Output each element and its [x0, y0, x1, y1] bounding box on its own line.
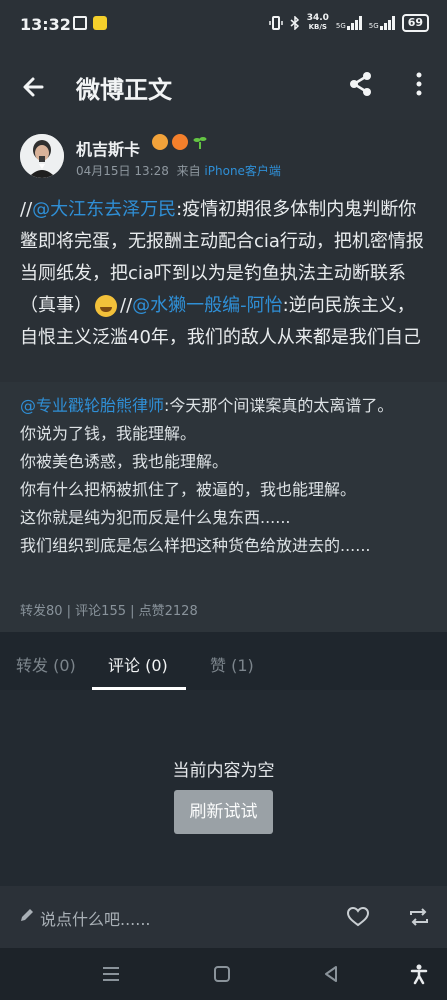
repost-line: 你有什么把柄被抓住了，被逼的，我也能理解。	[20, 480, 357, 499]
comment-input[interactable]: 说点什么吧......	[40, 906, 151, 930]
tab-likes[interactable]: 赞 (1)	[210, 652, 254, 676]
post-text-segment: //	[120, 295, 133, 316]
sprout-icon	[192, 134, 208, 150]
back-arrow-icon[interactable]	[18, 70, 52, 104]
status-app-icons	[73, 16, 107, 30]
post-meta: 04月15日 13:28 来自 iPhone客户端	[76, 162, 281, 179]
fan-badge-icon	[172, 134, 188, 150]
heart-icon[interactable]	[346, 905, 370, 929]
tab-reposts[interactable]: 转发 (0)	[16, 652, 76, 676]
mention-link[interactable]: @专业戳轮胎熊律师	[20, 396, 164, 415]
vibrate-icon	[268, 16, 283, 30]
repost-line: 这你就是纯为犯而反是什么鬼东西......	[20, 508, 291, 527]
signal-bars-icon	[346, 16, 362, 30]
original-post-quote[interactable]: @专业戳轮胎熊律师:今天那个间谍案真的太离谱了。 你说为了钱，我能理解。 你被美…	[0, 382, 447, 632]
page-title: 微博正文	[76, 76, 172, 104]
author-badges	[152, 134, 208, 150]
empty-state-message: 当前内容为空	[172, 761, 275, 781]
more-vertical-icon[interactable]	[409, 70, 429, 98]
bluetooth-icon	[290, 16, 299, 30]
back-triangle-icon[interactable]	[320, 963, 342, 985]
mention-link[interactable]: @大江东去泽万民	[32, 199, 176, 220]
net-speed: 34.0 KB/S	[307, 14, 329, 32]
signal-bars-icon	[379, 16, 395, 30]
net-speed-unit: KB/S	[308, 23, 327, 31]
author-name[interactable]: 机吉斯卡	[76, 136, 140, 160]
mention-link[interactable]: @水獭一般编-阿怡	[132, 295, 283, 316]
accessibility-icon[interactable]	[408, 963, 430, 985]
repost-line: 我们组织到底是怎么样把这种货色给放进去的......	[20, 536, 371, 555]
status-time: 13:32	[20, 15, 71, 34]
status-system-icons: 34.0 KB/S 5G 5G 69	[268, 14, 429, 32]
tab-comments[interactable]: 评论 (0)	[108, 652, 168, 676]
level-badge-icon	[152, 134, 168, 150]
refresh-button[interactable]: 刷新试试	[174, 790, 273, 834]
post-source-client[interactable]: iPhone客户端	[204, 164, 281, 178]
post-card: 机吉斯卡 04月15日 13:28 来自 iPhone客户端 //@大江东去泽万…	[0, 120, 447, 382]
network-label-2: 5G	[368, 22, 379, 30]
original-post-stats: 转发80 | 评论155 | 点赞2128	[20, 604, 198, 619]
avatar[interactable]	[20, 134, 64, 178]
app-header: 微博正文	[0, 52, 447, 120]
app-notification-icon	[93, 16, 107, 30]
home-square-icon[interactable]	[211, 963, 233, 985]
signal-2: 5G	[369, 16, 395, 30]
post-body: //@大江东去泽万民:疫情初期很多体制内鬼判断你鳖即将完蛋，无报酬主动配合cia…	[20, 194, 427, 354]
repost-line: 你被美色诱惑，我也能理解。	[20, 452, 229, 471]
post-time: 04月15日 13:28	[76, 164, 169, 178]
comments-list: 当前内容为空 刷新试试	[0, 690, 447, 886]
menu-icon[interactable]	[100, 963, 122, 985]
share-icon[interactable]	[347, 70, 375, 98]
repost-line: 你说为了钱，我能理解。	[20, 424, 197, 443]
battery-indicator: 69	[401, 14, 429, 32]
avatar-image	[20, 134, 64, 178]
tabs-bar: 转发 (0) 评论 (0) 赞 (1)	[0, 632, 447, 690]
status-bar: 13:32 34.0 KB/S 5G 5G 69	[0, 0, 447, 52]
net-speed-value: 34.0	[306, 13, 329, 23]
post-text-segment: //	[20, 199, 33, 220]
network-label-1: 5G	[335, 22, 346, 30]
repost-icon[interactable]	[407, 905, 431, 929]
comment-bar: 说点什么吧......	[0, 886, 447, 948]
system-nav-bar	[0, 948, 447, 1000]
original-post-text: @专业戳轮胎熊律师:今天那个间谍案真的太离谱了。 你说为了钱，我能理解。 你被美…	[20, 392, 427, 560]
pencil-icon	[21, 909, 33, 921]
laughing-emoji-icon	[95, 295, 117, 317]
signal-1: 5G	[336, 16, 362, 30]
post-source-prefix: 来自	[176, 164, 201, 178]
repost-line: :今天那个间谍案真的太离谱了。	[164, 396, 394, 415]
bilibili-icon	[73, 16, 87, 30]
